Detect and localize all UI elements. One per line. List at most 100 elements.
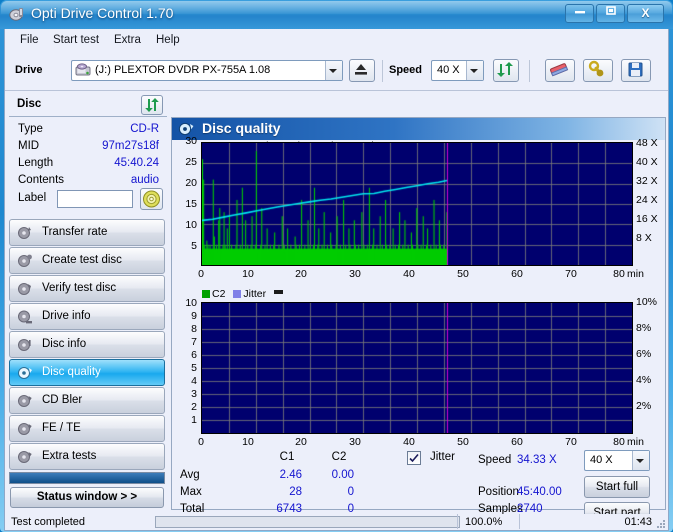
stats-c2-avg: 0.00 [331,469,354,481]
c2-ytick-9: 9 [191,310,197,322]
menu-start-test[interactable]: Start test [48,33,104,47]
disc-panel-title: Disc [17,98,42,110]
legend-label-c2: C2 [212,288,226,300]
start-full-button[interactable]: Start full [584,476,650,498]
stats-c2-max: 0 [347,486,354,498]
c1-xaxis-unit: min [627,268,644,280]
disc-label-input[interactable] [57,190,133,208]
c2-ytick-1: 1 [191,414,197,426]
sidebar-item-drive-info[interactable]: Drive info [9,303,165,330]
stats-speed-value: 34.33 X [517,454,557,466]
minimize-button[interactable] [565,4,594,23]
sidebar-item-disc-info[interactable]: Disc info [9,331,165,358]
test-speed-arrowbox[interactable] [632,451,649,470]
sidebar-item-extra-tests[interactable]: Extra tests [9,443,165,470]
save-icon [628,62,643,77]
legend-marker-indicator [274,290,284,294]
cd-icon [143,190,160,208]
c1-y2tick-48x: 48 X [636,137,658,149]
menu-file[interactable]: File [15,33,44,47]
c1-xtick-60: 60 [511,268,523,280]
progress-bar [155,516,460,528]
disc-verify-icon [17,281,33,297]
sidebar-item-create-test-disc[interactable]: Create test disc [9,247,165,274]
c2-ytick-10: 10 [185,297,197,309]
sidebar-scroll-indicator[interactable] [9,472,165,484]
disc-bler-icon [17,393,33,409]
maximize-button[interactable] [596,4,625,23]
left-panel: Disc Type CD-R MID 97m27s18f Length 45:4… [9,93,167,510]
eject-icon [355,64,367,75]
sidebar-label: Transfer rate [42,226,108,238]
sidebar-item-transfer-rate[interactable]: Transfer rate [9,219,165,246]
c1-ytick-30: 30 [185,135,197,147]
progress-percent: 100.0% [465,516,503,528]
c2-y2tick-2pct: 2% [636,400,652,412]
c1-ytick-5: 5 [191,240,197,252]
sidebar-label: CD Bler [42,394,83,406]
read-disc-label-button[interactable] [140,188,163,210]
sidebar-item-fe-te[interactable]: FE / TE [9,415,165,442]
drive-select[interactable]: (J:) PLEXTOR DVDR PX-755A 1.08 [71,60,343,81]
speed-select[interactable]: 40 X [431,60,484,81]
eject-button[interactable] [349,59,375,82]
c1-xtick-10: 10 [242,268,254,280]
save-button[interactable] [621,59,651,82]
erase-button[interactable] [545,59,575,82]
panel-title: Disc quality [202,120,281,136]
stats-header-c2: C2 [331,451,347,463]
sidebar-label: Drive info [42,310,91,322]
disc-refresh-button[interactable] [141,95,163,115]
window-title: Opti Drive Control 1.70 [31,5,174,21]
stats-row-label-avg: Avg [180,469,200,481]
disc-contents-value: audio [130,174,159,186]
c2-xtick-20: 20 [295,436,307,448]
settings-button[interactable] [583,59,613,82]
sidebar-item-verify-test-disc[interactable]: Verify test disc [9,275,165,302]
close-button[interactable]: X [627,4,664,23]
drive-label: Drive [15,64,43,76]
c1-chart[interactable]: C1 Read speed Write speed 30 25 20 15 10… [172,135,665,292]
c1-xtick-0: 0 [198,268,204,280]
c1-xtick-80: 80 [613,268,625,280]
statusbar-divider-2 [519,514,520,529]
statusbar: Test completed 100.0% 01:43 [4,514,669,531]
c2-ytick-6: 6 [191,349,197,361]
menu-help[interactable]: Help [151,33,185,47]
toolbar: Drive (J:) PLEXTOR DVDR PX-755A 1.08 Spe… [5,51,668,91]
stats-speed-label: Speed [478,454,512,466]
disc-length-value: 45:40.24 [114,157,159,169]
sidebar-label: Disc quality [42,366,101,378]
speed-select-arrowbox[interactable] [466,61,483,80]
disc-icon [9,6,26,23]
disc-length-label: Length [18,157,54,169]
c2-ytick-8: 8 [191,323,197,335]
drive-select-arrowbox[interactable] [325,61,342,80]
c1-plot-area [201,142,633,266]
speed-value: 40 X [437,64,460,76]
c2-ytick-7: 7 [191,336,197,348]
c2-ytick-5: 5 [191,362,197,374]
resize-grip[interactable] [656,519,666,529]
disc-info-row-type: Type CD-R [9,123,167,140]
c1-ytick-15: 15 [185,198,197,210]
status-window-button[interactable]: Status window > > [10,487,164,508]
legend-swatch-jitter [233,290,242,298]
jitter-checkbox[interactable] [407,451,421,465]
titlebar: Opti Drive Control 1.70 X [0,0,673,29]
menu-extra[interactable]: Extra [109,33,146,47]
stats-c1-avg: 2.46 [279,469,302,481]
c2-xaxis-unit: min [627,436,644,448]
c2-jitter-chart[interactable]: C2 Jitter 10 9 8 7 6 5 4 3 2 1 10% 8% 6%… [172,288,665,448]
sidebar-item-disc-quality[interactable]: Disc quality [9,359,165,386]
elapsed-time: 01:43 [624,516,652,528]
disc-type-value: CD-R [130,123,159,135]
test-speed-select[interactable]: 40 X [584,450,650,471]
jitter-checkbox-label: Jitter [430,451,455,463]
disc-info-row-mid: MID 97m27s18f [9,140,167,157]
refresh-speed-button[interactable] [493,59,519,82]
c1-xtick-50: 50 [457,268,469,280]
c1-xtick-30: 30 [349,268,361,280]
sidebar-item-cd-bler[interactable]: CD Bler [9,387,165,414]
disc-fete-icon [17,421,33,437]
